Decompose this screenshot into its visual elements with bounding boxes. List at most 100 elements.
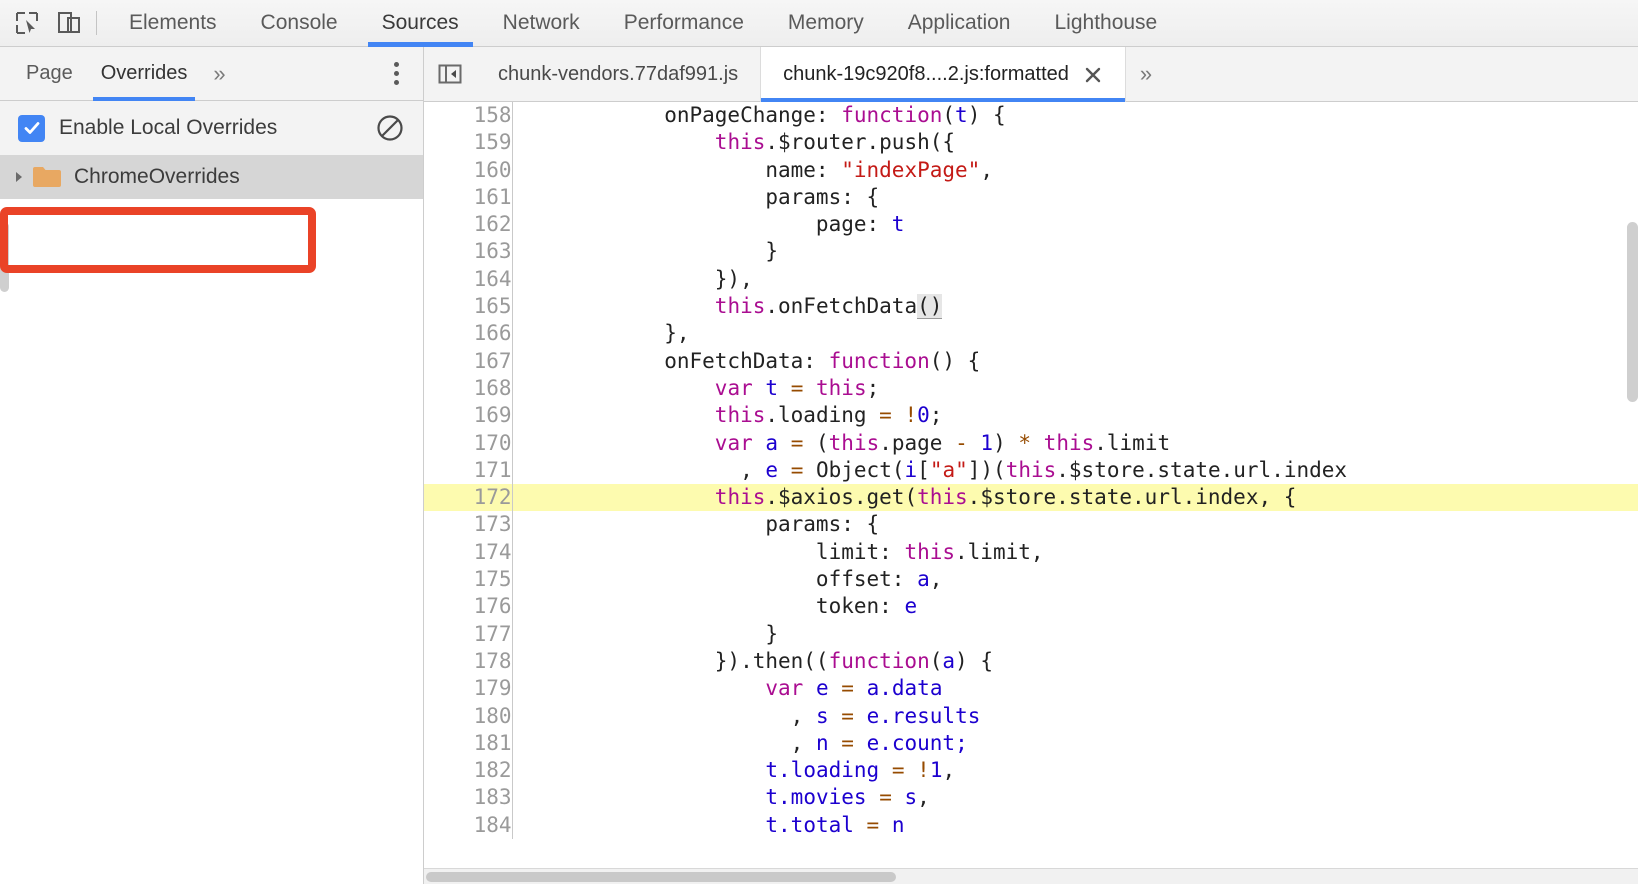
code-line[interactable]: 158 onPageChange: function(t) { bbox=[424, 102, 1638, 130]
line-content[interactable]: this.onFetchData() bbox=[512, 293, 1638, 320]
editor-horizontal-scrollbar[interactable] bbox=[424, 868, 1638, 884]
line-number[interactable]: 165 bbox=[424, 293, 513, 321]
show-navigator-icon[interactable] bbox=[424, 47, 476, 101]
code-line[interactable]: 179 var e = a.data bbox=[424, 675, 1638, 703]
enable-local-overrides-checkbox[interactable]: Enable Local Overrides bbox=[18, 114, 277, 142]
line-number[interactable]: 183 bbox=[424, 784, 513, 812]
code-line[interactable]: 175 offset: a, bbox=[424, 566, 1638, 594]
code-line[interactable]: 162 page: t bbox=[424, 211, 1638, 239]
code-line[interactable]: 173 params: { bbox=[424, 511, 1638, 539]
code-line[interactable]: 171 , e = Object(i["a"])(this.$store.sta… bbox=[424, 456, 1638, 485]
line-content[interactable]: params: { bbox=[512, 184, 1638, 211]
code-line[interactable]: 166 }, bbox=[424, 320, 1638, 348]
line-number[interactable]: 179 bbox=[424, 675, 513, 703]
code-line[interactable]: 178 }).then((function(a) { bbox=[424, 647, 1638, 676]
panel-tab-performance[interactable]: Performance bbox=[602, 0, 766, 47]
line-content[interactable]: , e = Object(i["a"])(this.$store.state.u… bbox=[512, 457, 1638, 484]
line-number[interactable]: 169 bbox=[424, 402, 513, 430]
code-editor[interactable]: 158 onPageChange: function(t) {159 this.… bbox=[424, 102, 1638, 884]
line-number[interactable]: 162 bbox=[424, 211, 513, 239]
line-content[interactable]: token: e bbox=[512, 593, 1638, 620]
line-content[interactable]: limit: this.limit, bbox=[512, 539, 1638, 566]
line-content[interactable]: }), bbox=[512, 266, 1638, 293]
line-content[interactable]: t.total = n bbox=[512, 812, 1638, 839]
code-line[interactable]: 169 this.loading = !0; bbox=[424, 402, 1638, 430]
line-content[interactable]: this.$axios.get(this.$store.state.url.in… bbox=[512, 484, 1638, 512]
line-content[interactable]: page: t bbox=[512, 211, 1638, 238]
line-content[interactable]: this.$router.push({ bbox=[512, 129, 1638, 156]
line-number[interactable]: 171 bbox=[424, 456, 513, 485]
code-line[interactable]: 177 } bbox=[424, 620, 1638, 648]
line-number[interactable]: 184 bbox=[424, 811, 513, 840]
line-number[interactable]: 167 bbox=[424, 347, 513, 375]
code-line[interactable]: 160 name: "indexPage", bbox=[424, 156, 1638, 184]
panel-tab-elements[interactable]: Elements bbox=[107, 0, 239, 47]
line-number[interactable]: 163 bbox=[424, 238, 513, 266]
line-content[interactable]: } bbox=[512, 621, 1638, 648]
line-number[interactable]: 164 bbox=[424, 265, 513, 294]
panel-tab-sources[interactable]: Sources bbox=[360, 0, 481, 47]
chevron-right-icon[interactable] bbox=[6, 170, 32, 184]
line-number[interactable]: 180 bbox=[424, 702, 513, 730]
code-line[interactable]: 182 t.loading = !1, bbox=[424, 757, 1638, 785]
code-line[interactable]: 168 var t = this; bbox=[424, 374, 1638, 403]
line-number[interactable]: 166 bbox=[424, 320, 513, 348]
line-number[interactable]: 176 bbox=[424, 593, 513, 621]
more-options-icon[interactable] bbox=[383, 59, 409, 89]
line-number[interactable]: 177 bbox=[424, 620, 513, 648]
code-line[interactable]: 164 }), bbox=[424, 265, 1638, 294]
panel-tab-network[interactable]: Network bbox=[481, 0, 602, 47]
line-content[interactable]: params: { bbox=[512, 511, 1638, 538]
line-number[interactable]: 160 bbox=[424, 156, 513, 184]
line-content[interactable]: var t = this; bbox=[512, 375, 1638, 402]
editor-more-tabs-icon[interactable]: » bbox=[1126, 47, 1166, 101]
line-content[interactable]: name: "indexPage", bbox=[512, 157, 1638, 184]
line-content[interactable]: t.loading = !1, bbox=[512, 757, 1638, 784]
code-line[interactable]: 181 , n = e.count; bbox=[424, 729, 1638, 758]
line-content[interactable]: }, bbox=[512, 320, 1638, 347]
clear-configuration-icon[interactable] bbox=[375, 113, 405, 143]
code-line[interactable]: 170 var a = (this.page - 1) * this.limit bbox=[424, 429, 1638, 457]
close-icon[interactable] bbox=[1083, 65, 1103, 85]
line-content[interactable]: var e = a.data bbox=[512, 675, 1638, 702]
code-line[interactable]: 159 this.$router.push({ bbox=[424, 129, 1638, 157]
line-content[interactable]: }).then((function(a) { bbox=[512, 648, 1638, 675]
line-content[interactable]: this.loading = !0; bbox=[512, 402, 1638, 429]
code-line[interactable]: 163 } bbox=[424, 238, 1638, 266]
device-toolbar-icon[interactable] bbox=[48, 3, 90, 43]
navigator-tab-page[interactable]: Page bbox=[12, 47, 87, 101]
line-content[interactable]: offset: a, bbox=[512, 566, 1638, 593]
editor-tab-chunk-vendors[interactable]: chunk-vendors.77daf991.js bbox=[476, 47, 762, 102]
line-number[interactable]: 168 bbox=[424, 374, 513, 403]
line-number[interactable]: 161 bbox=[424, 183, 513, 212]
code-line[interactable]: 174 limit: this.limit, bbox=[424, 538, 1638, 567]
inspect-element-icon[interactable] bbox=[6, 3, 48, 43]
navigator-scrollbar[interactable] bbox=[0, 222, 9, 292]
code-line[interactable]: 176 token: e bbox=[424, 593, 1638, 621]
line-number[interactable]: 158 bbox=[424, 102, 513, 130]
line-content[interactable]: onPageChange: function(t) { bbox=[512, 102, 1638, 129]
panel-tab-console[interactable]: Console bbox=[239, 0, 360, 47]
panel-tab-memory[interactable]: Memory bbox=[766, 0, 886, 47]
code-line[interactable]: 161 params: { bbox=[424, 183, 1638, 212]
line-number[interactable]: 159 bbox=[424, 129, 513, 157]
line-content[interactable]: onFetchData: function() { bbox=[512, 348, 1638, 375]
line-number[interactable]: 175 bbox=[424, 566, 513, 594]
navigator-more-tabs-icon[interactable]: » bbox=[201, 47, 237, 101]
line-number[interactable]: 170 bbox=[424, 429, 513, 457]
line-number[interactable]: 182 bbox=[424, 757, 513, 785]
line-content[interactable]: } bbox=[512, 238, 1638, 265]
line-number[interactable]: 181 bbox=[424, 729, 513, 758]
scrollbar-thumb[interactable] bbox=[426, 872, 896, 882]
editor-tab-chunk-19c920f8[interactable]: chunk-19c920f8....2.js:formatted bbox=[761, 47, 1126, 102]
line-number[interactable]: 174 bbox=[424, 538, 513, 567]
tree-item-chrome-overrides[interactable]: ChromeOverrides bbox=[0, 155, 423, 199]
line-number[interactable]: 172 bbox=[424, 484, 513, 512]
code-line[interactable]: 172 this.$axios.get(this.$store.state.ur… bbox=[424, 484, 1638, 512]
code-line[interactable]: 180 , s = e.results bbox=[424, 702, 1638, 730]
line-content[interactable]: , n = e.count; bbox=[512, 730, 1638, 757]
code-line[interactable]: 167 onFetchData: function() { bbox=[424, 347, 1638, 375]
editor-vertical-scrollbar[interactable] bbox=[1627, 222, 1638, 402]
navigator-tab-overrides[interactable]: Overrides bbox=[87, 47, 202, 101]
panel-tab-lighthouse[interactable]: Lighthouse bbox=[1032, 0, 1179, 47]
